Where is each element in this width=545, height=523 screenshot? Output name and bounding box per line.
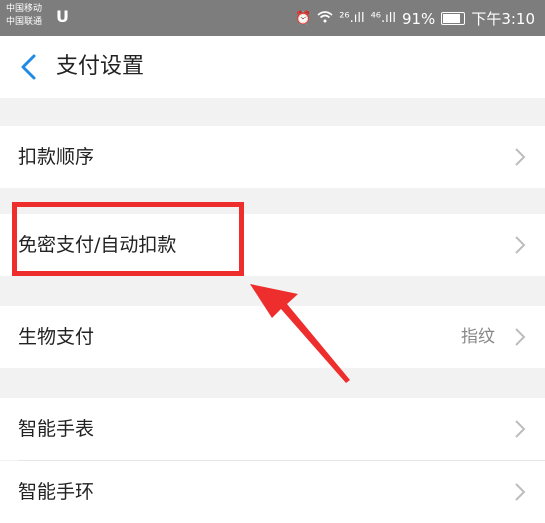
settings-item-label: 扣款顺序	[18, 146, 95, 168]
settings-item-deduction-order[interactable]: 扣款顺序	[0, 126, 545, 188]
settings-item-smart-band[interactable]: 智能手环	[0, 461, 545, 523]
settings-item-value: 指纹	[461, 327, 495, 347]
signal-icon-1: ²⁶.ıll	[339, 11, 365, 26]
settings-item-label: 智能手表	[18, 418, 95, 440]
wifi-icon	[317, 10, 333, 27]
carrier-2: 中国联通	[6, 17, 43, 27]
carrier-info: 中国移动 中国联通	[6, 3, 42, 29]
status-bar: 中国移动 中国联通 U ⏰ ²⁶.ıll ⁴⁶.ıll 91% 下午3:10	[0, 0, 545, 36]
battery-percent: 91%	[401, 9, 436, 28]
carrier-1: 中国移动	[6, 4, 43, 14]
chevron-right-icon	[515, 328, 526, 346]
chevron-right-icon	[515, 236, 526, 254]
chevron-right-icon	[515, 483, 526, 501]
settings-item-label: 生物支付	[18, 326, 95, 348]
alarm-icon: ⏰	[295, 11, 312, 26]
page-title: 支付设置	[56, 54, 145, 79]
nav-bar: 支付设置	[0, 36, 545, 98]
settings-item-biometric-payment[interactable]: 生物支付 指纹	[0, 306, 545, 368]
app-notification-icon: U	[56, 7, 69, 26]
chevron-right-icon	[515, 148, 526, 166]
battery-icon	[441, 12, 466, 25]
annotation-highlight-box	[12, 202, 244, 276]
settings-item-label: 智能手环	[18, 481, 95, 503]
status-time: 下午3:10	[471, 10, 535, 28]
chevron-right-icon	[515, 420, 526, 438]
status-icons: ⏰ ²⁶.ıll ⁴⁶.ıll 91% 下午3:10	[295, 8, 535, 29]
chevron-left-icon[interactable]	[16, 52, 42, 82]
signal-icon-2: ⁴⁶.ıll	[370, 11, 396, 26]
settings-item-smart-watch[interactable]: 智能手表	[0, 398, 545, 460]
